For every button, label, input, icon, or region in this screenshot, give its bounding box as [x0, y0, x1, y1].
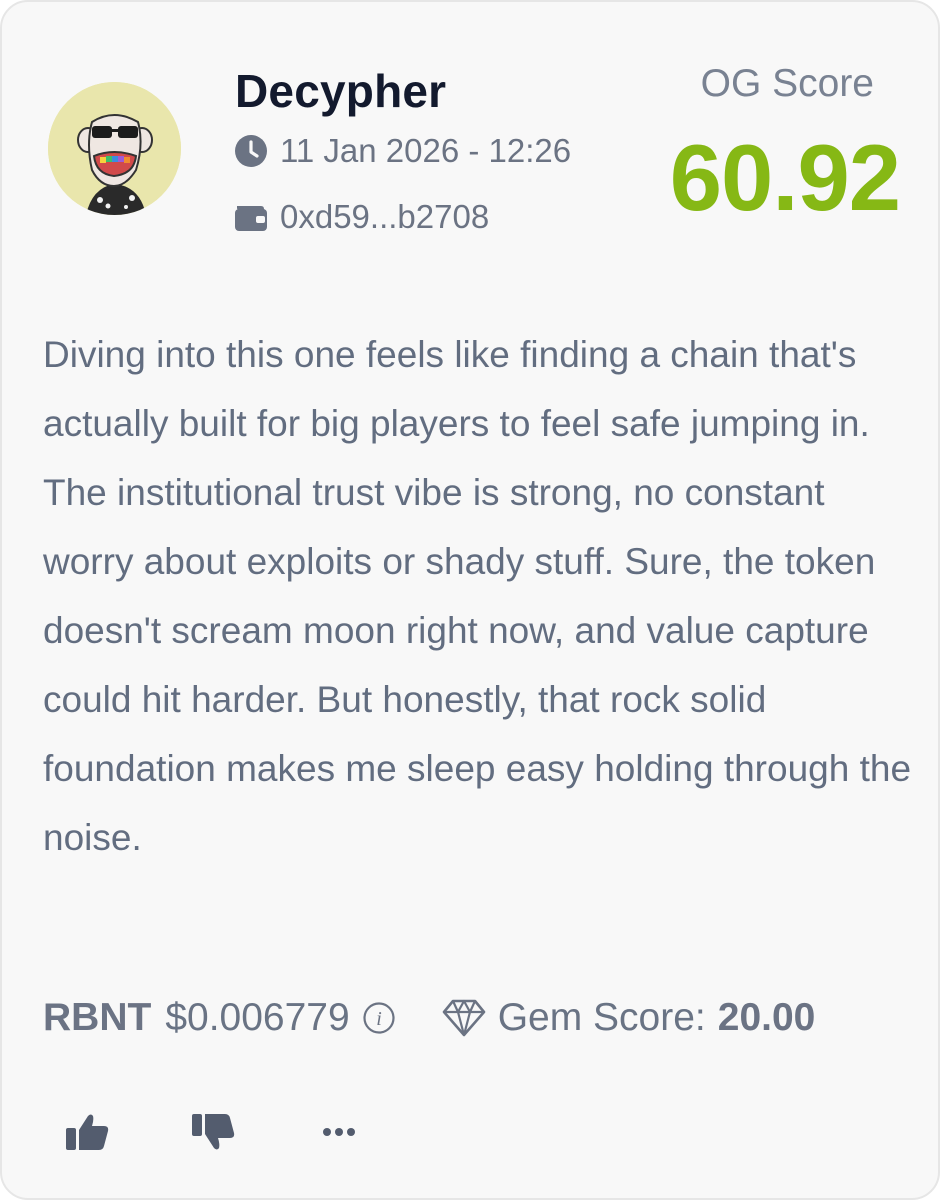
- wallet-icon: [235, 206, 267, 231]
- diamond-icon: [442, 998, 486, 1038]
- info-icon[interactable]: i: [362, 1001, 396, 1035]
- wallet-row: 0xd59...b2708: [234, 198, 489, 236]
- gem-score-label: Gem Score:: [497, 996, 706, 1039]
- token-info-row: RBNT $0.006779 i Gem Score: 20.00: [43, 996, 815, 1040]
- username[interactable]: Decypher: [235, 64, 446, 118]
- token-price: $0.006779: [165, 996, 350, 1039]
- like-button[interactable]: [62, 1110, 112, 1154]
- review-text: Diving into this one feels like finding …: [43, 334, 912, 858]
- dislike-button[interactable]: [188, 1110, 238, 1154]
- post-timestamp: 11 Jan 2026 - 12:26: [280, 132, 572, 169]
- wallet-address[interactable]: 0xd59...b2708: [280, 198, 489, 236]
- thumbs-up-icon: [66, 1114, 109, 1150]
- gem-score-value: 20.00: [717, 996, 816, 1039]
- post-actions: [62, 1110, 364, 1154]
- avatar[interactable]: [48, 82, 181, 215]
- token-symbol[interactable]: RBNT: [43, 996, 151, 1040]
- ellipsis-icon: [323, 1128, 355, 1136]
- review-card: Decypher 11 Jan 2026 - 12:26 0xd59...b27…: [0, 0, 940, 1200]
- og-score-value: 60.92: [669, 125, 901, 230]
- more-options-button[interactable]: [314, 1110, 364, 1154]
- thumbs-down-icon: [192, 1114, 235, 1150]
- clock-icon: [235, 135, 267, 167]
- og-score-label: OG Score: [700, 62, 874, 105]
- svg-text:i: i: [376, 1008, 382, 1030]
- post-timestamp-row: 11 Jan 2026 - 12:26: [234, 132, 571, 170]
